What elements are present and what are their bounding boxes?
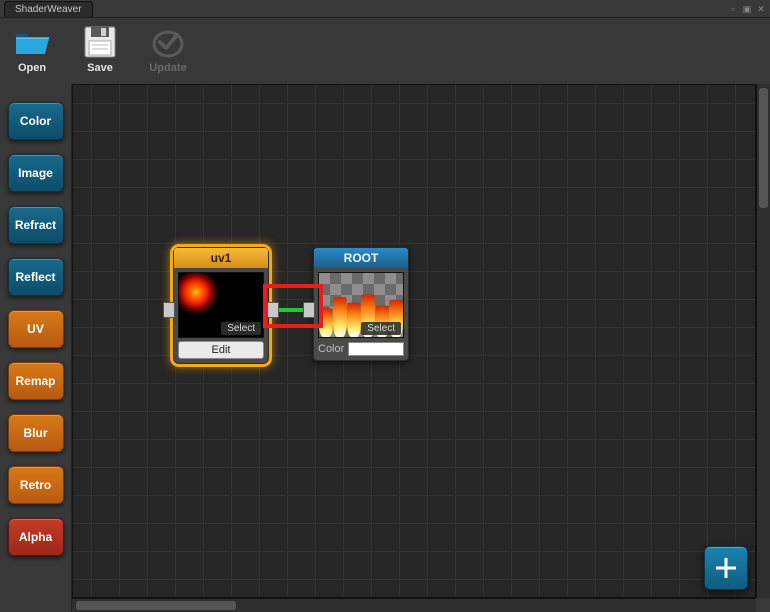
node-root-title: ROOT [314,248,408,268]
node-palette-sidebar: Color Image Refract Reflect UV Remap Blu… [0,84,72,612]
sidebar-item-refract[interactable]: Refract [8,206,64,244]
save-button[interactable]: Save [76,24,124,74]
sidebar-item-remap[interactable]: Remap [8,362,64,400]
sidebar-item-blur[interactable]: Blur [8,414,64,452]
check-circle-icon [148,24,188,60]
horizontal-scrollbar[interactable] [72,598,756,612]
node-uv1-input-port[interactable] [163,302,175,318]
node-root-color-swatch[interactable] [348,342,404,356]
sidebar-item-reflect[interactable]: Reflect [8,258,64,296]
node-graph-canvas[interactable]: uv1 Select Edit ROOT [72,84,756,598]
node-root[interactable]: ROOT Select Color [313,247,409,361]
window-max-icon[interactable]: ▣ [742,4,752,14]
node-root-select-button[interactable]: Select [361,322,401,335]
node-uv1-edit-button[interactable]: Edit [178,341,264,359]
open-button[interactable]: Open [8,24,56,74]
titlebar: ShaderWeaver ▫ ▣ ✕ [0,0,770,18]
node-uv1-preview[interactable]: Select [178,272,264,338]
window-min-icon[interactable]: ▫ [728,4,738,14]
plus-icon [713,555,739,581]
update-label: Update [149,62,186,74]
update-button[interactable]: Update [144,24,192,74]
node-root-color-label: Color [318,343,344,355]
sidebar-item-color[interactable]: Color [8,102,64,140]
node-root-preview[interactable]: Select [318,272,404,338]
folder-open-icon [12,24,52,60]
save-label: Save [87,62,113,74]
canvas-area: uv1 Select Edit ROOT [72,84,770,612]
window-title-tab[interactable]: ShaderWeaver [4,1,93,17]
node-uv1-select-button[interactable]: Select [221,322,261,335]
sidebar-item-retro[interactable]: Retro [8,466,64,504]
highlight-box [263,284,323,328]
vertical-scroll-thumb[interactable] [759,88,768,208]
node-uv1-title: uv1 [174,248,268,268]
toolbar: Open Save Update [0,18,770,84]
open-label: Open [18,62,46,74]
add-node-button[interactable] [704,546,748,590]
vertical-scrollbar[interactable] [756,84,770,598]
sidebar-item-uv[interactable]: UV [8,310,64,348]
window-close-icon[interactable]: ✕ [756,4,766,14]
floppy-disk-icon [80,24,120,60]
sidebar-item-alpha[interactable]: Alpha [8,518,64,556]
sidebar-item-image[interactable]: Image [8,154,64,192]
node-uv1[interactable]: uv1 Select Edit [173,247,269,364]
horizontal-scroll-thumb[interactable] [76,601,236,610]
